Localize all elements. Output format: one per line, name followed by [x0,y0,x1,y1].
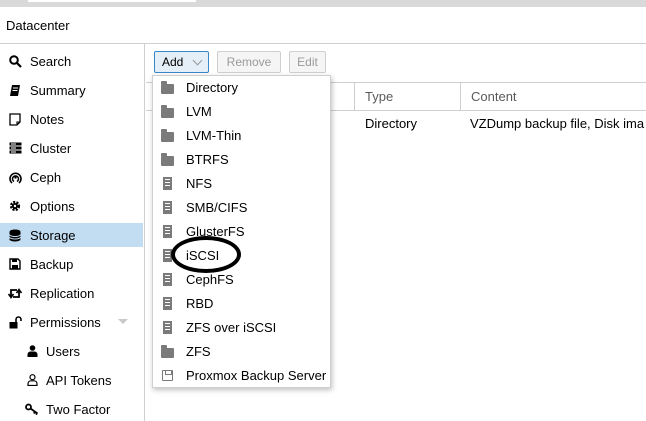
building-icon [161,297,174,310]
menu-item-proxmox-backup-server[interactable]: Proxmox Backup Server [153,364,330,388]
sidebar-item-label: Backup [30,256,74,272]
remove-button-label: Remove [226,55,272,69]
menu-item-cephfs[interactable]: CephFS [153,268,330,292]
folder-icon [161,104,174,118]
add-button-label: Add [162,55,184,69]
building-icon [161,249,174,262]
unlock-icon [8,315,22,329]
search-icon [8,54,22,68]
folder-icon [161,344,174,358]
sidebar-item-label: Two Factor [46,401,111,417]
edit-button-label: Edit [297,55,318,69]
active-browser-tab[interactable] [28,0,196,2]
sidebar-item-ceph[interactable]: Ceph [0,165,143,189]
folder-icon [161,80,174,94]
browser-tab-strip [0,0,646,7]
chevron-down-icon [192,55,203,66]
note-icon [8,112,22,126]
column-header-type[interactable]: Type [354,83,460,110]
menu-item-zfs[interactable]: ZFS [153,340,330,364]
menu-item-label: CephFS [186,272,234,287]
menu-item-label: ZFS [186,344,211,359]
menu-item-label: ZFS over iSCSI [186,320,277,335]
sidebar-item-label: API Tokens [46,372,112,388]
user-outline-icon [25,373,39,387]
sidebar: Search Summary Notes Cluster Ceph Option… [0,44,145,421]
menu-item-label: LVM-Thin [186,128,242,143]
menu-item-glusterfs[interactable]: GlusterFS [153,220,330,244]
menu-item-directory[interactable]: Directory [153,76,330,100]
user-icon [25,344,39,358]
sidebar-item-replication[interactable]: Replication [0,281,143,305]
sidebar-item-label: Summary [30,82,86,98]
menu-item-label: SMB/CIFS [186,200,248,215]
sidebar-item-label: Notes [30,111,64,127]
floppy-icon [161,369,174,382]
menu-item-label: Directory [186,80,239,95]
menu-item-label: GlusterFS [186,224,245,239]
floppy-icon [8,257,22,271]
menu-item-nfs[interactable]: NFS [153,172,330,196]
book-icon [8,83,22,97]
sidebar-item-storage[interactable]: Storage [0,223,143,247]
sidebar-item-label: Replication [30,285,95,301]
server-icon [8,141,22,155]
folder-icon [161,152,174,166]
sidebar-item-label: Storage [30,227,76,243]
sidebar-item-cluster[interactable]: Cluster [0,136,143,160]
sidebar-item-api-tokens[interactable]: API Tokens [0,368,143,392]
menu-item-lvm[interactable]: LVM [153,100,330,124]
database-icon [8,228,22,242]
add-button[interactable]: Add [154,51,209,73]
menu-item-lvm-thin[interactable]: LVM-Thin [153,124,330,148]
key-icon [25,402,39,416]
menu-item-btrfs[interactable]: BTRFS [153,148,330,172]
expand-caret-icon[interactable] [118,319,128,324]
menu-item-zfs-over-iscsi[interactable]: ZFS over iSCSI [153,316,330,340]
sidebar-item-label: Search [30,53,72,69]
sidebar-item-search[interactable]: Search [0,49,143,73]
menu-item-iscsi[interactable]: iSCSI [153,244,330,268]
gear-icon [8,199,22,213]
remove-button[interactable]: Remove [217,51,281,73]
folder-icon [161,128,174,142]
sidebar-item-label: Permissions [30,314,101,330]
menu-item-smb-cifs[interactable]: SMB/CIFS [153,196,330,220]
panel-header: Datacenter [0,7,646,44]
sidebar-item-label: Options [30,198,75,214]
retweet-icon [8,286,22,300]
page-title: Datacenter [6,18,70,33]
building-icon [161,321,174,334]
sidebar-item-label: Ceph [30,169,62,185]
sidebar-item-label: Cluster [30,140,72,156]
sidebar-item-label: Users [46,343,80,359]
building-icon [161,273,174,286]
edit-button[interactable]: Edit [289,51,326,73]
sidebar-item-summary[interactable]: Summary [0,78,143,102]
sidebar-item-permissions[interactable]: Permissions [0,310,143,334]
sidebar-item-backup[interactable]: Backup [0,252,143,276]
column-header-content[interactable]: Content [460,83,646,110]
building-icon [161,225,174,238]
add-storage-menu: Directory LVM LVM-Thin BTRFS NFS SMB/CIF… [152,75,331,388]
sidebar-item-options[interactable]: Options [0,194,143,218]
ceph-icon [8,170,22,184]
building-icon [161,201,174,214]
sidebar-item-two-factor[interactable]: Two Factor [0,397,143,421]
building-icon [161,177,174,190]
sidebar-item-notes[interactable]: Notes [0,107,143,131]
sidebar-item-users[interactable]: Users [0,339,143,363]
menu-item-label: BTRFS [186,152,229,167]
menu-item-label: iSCSI [186,248,220,263]
menu-item-label: LVM [186,104,212,119]
menu-item-rbd[interactable]: RBD [153,292,330,316]
cell-type: Directory [365,116,418,131]
menu-item-label: Proxmox Backup Server [186,368,327,383]
menu-item-label: NFS [186,176,212,191]
menu-item-label: RBD [186,296,214,311]
cell-content: VZDump backup file, Disk ima [470,116,645,131]
